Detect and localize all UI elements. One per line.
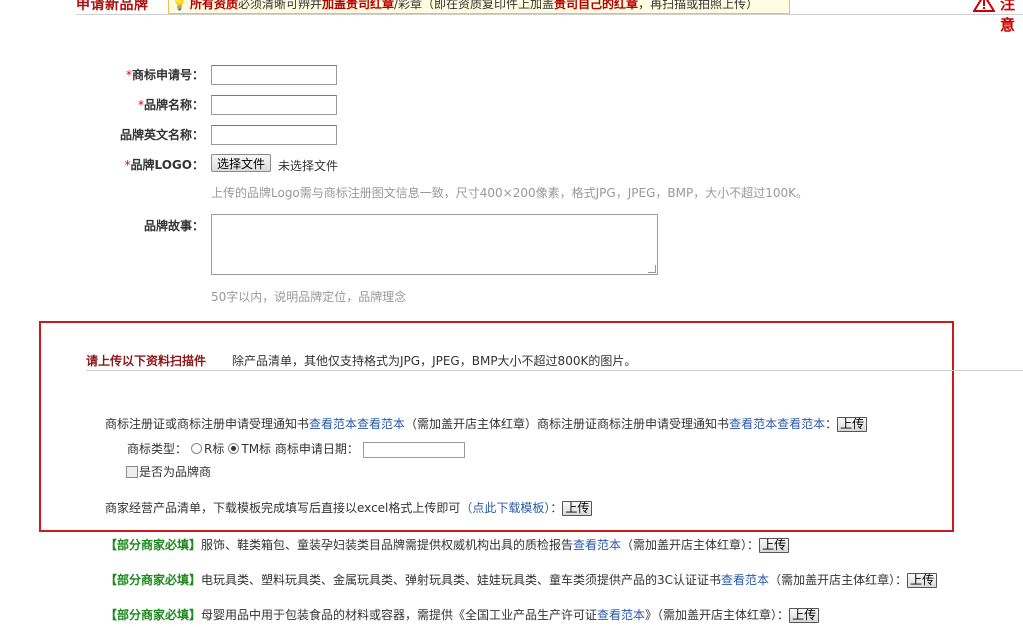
resize-handle[interactable] bbox=[648, 265, 656, 273]
warning-label: 注意 bbox=[1000, 0, 1016, 34]
notice-part2: 必须清晰可辨并 bbox=[237, 0, 322, 11]
extra-row-text: 母婴用品中用于包装食品的材料或容器，需提供《全国工业产品生产许可证 bbox=[201, 608, 598, 622]
trademark-type-label: 商标类型： bbox=[127, 442, 188, 456]
brand-name-label-text: 品牌名称： bbox=[143, 98, 204, 112]
trademark-no-label-text: 商标申请号： bbox=[131, 68, 204, 82]
product-list-row: 商家经营产品清单，下载模板完成填写后直接以excel格式上传即可（点此下载模板）… bbox=[105, 499, 593, 516]
view-sample-link[interactable]: 查看范本 bbox=[597, 608, 645, 622]
view-sample-link[interactable]: 查看范本 bbox=[357, 417, 405, 431]
logo-label-text: 品牌LOGO： bbox=[130, 158, 204, 172]
logo-label: *品牌LOGO： bbox=[84, 156, 204, 173]
notice-part4: /彩章（即在资质复印件上加盖 bbox=[394, 0, 555, 11]
brand-name-label: *品牌名称： bbox=[84, 96, 204, 113]
extra-row-suffix: （需加盖开店主体红章）： bbox=[621, 538, 760, 552]
tm-label: TM标 bbox=[241, 442, 272, 456]
brand-story-textarea[interactable] bbox=[211, 214, 658, 275]
upload-button[interactable]: 上传 bbox=[759, 538, 790, 553]
trademark-no-label: *商标申请号： bbox=[84, 66, 204, 83]
choose-file-button[interactable]: 选择文件 bbox=[211, 154, 272, 172]
brand-name-input[interactable] bbox=[211, 95, 337, 115]
upload-section-desc: 除产品清单，其他仅支持格式为JPG，JPEG，BMP大小不超过800K的图片。 bbox=[232, 354, 637, 368]
upload-section-title: 请上传以下资料扫描件 bbox=[86, 354, 207, 368]
notice-part6: ，再扫描或拍照上传） bbox=[638, 0, 759, 11]
lightbulb-icon: 💡 bbox=[172, 0, 187, 11]
logo-hint: 上传的品牌Logo需与商标注册图文信息一致，尺寸400×200像素，格式JPG，… bbox=[211, 186, 808, 200]
product-list-text: 商家经营产品清单，下载模板完成填写后直接以excel格式上传即可 bbox=[105, 501, 461, 515]
extra-row-3c: 【部分商家必填】电玩具类、塑料玩具类、金属玩具类、弹射玩具类、娃娃玩具类、童车类… bbox=[105, 571, 938, 588]
section-divider bbox=[86, 370, 1023, 371]
trademark-no-input[interactable] bbox=[211, 65, 337, 85]
trademark-type-row: 商标类型： R标 TM标 商标申请日期： bbox=[127, 440, 465, 458]
page-title: 申请新品牌 bbox=[76, 0, 149, 13]
brand-owner-label: 是否为品牌商 bbox=[139, 465, 212, 479]
story-label: 品牌故事： bbox=[143, 219, 204, 233]
required-tag: 【部分商家必填】 bbox=[105, 573, 202, 587]
notice-part1: 所有资质 bbox=[189, 0, 238, 11]
notice-banner: 💡 所有资质必须清晰可辨并加盖贵司红章/彩章（即在资质复印件上加盖贵司自己的红章，… bbox=[168, 0, 790, 14]
extra-row-suffix: （需加盖开店主体红章）： bbox=[769, 573, 908, 587]
brand-owner-row: 是否为品牌商 bbox=[126, 463, 211, 480]
story-hint: 50字以内，说明品牌定位，品牌理念 bbox=[211, 290, 407, 304]
radio-r[interactable] bbox=[191, 443, 203, 454]
trademark-cert-row: 商标注册证或商标注册申请受理通知书查看范本查看范本（需加盖开店主体红章）商标注册… bbox=[105, 415, 868, 432]
r-label: R标 bbox=[204, 442, 225, 456]
brand-owner-checkbox[interactable] bbox=[126, 465, 138, 478]
upload-button[interactable]: 上传 bbox=[907, 573, 938, 588]
view-sample-link[interactable]: 查看范本 bbox=[309, 417, 357, 431]
view-sample-link[interactable]: 查看范本 bbox=[777, 417, 825, 431]
required-tag: 【部分商家必填】 bbox=[105, 538, 202, 552]
upload-button[interactable]: 上传 bbox=[837, 417, 868, 432]
upload-button[interactable]: 上传 bbox=[562, 501, 593, 516]
trademark-cert-text-b: （需加盖开店主体红章）商标注册证商标注册申请受理通知书 bbox=[405, 417, 730, 431]
brand-en-label: 品牌英文名称： bbox=[119, 128, 204, 142]
extra-row-text: 服饰、鞋类箱包、童装孕妇装类目品牌需提供权威机构出具的质检报告 bbox=[201, 538, 574, 552]
extra-row-suffix: 》（需加盖开店主体红章）： bbox=[645, 608, 790, 622]
apply-date-input[interactable] bbox=[362, 441, 465, 458]
notice-part3: 加盖贵司红章 bbox=[321, 0, 394, 11]
trademark-cert-text: 商标注册证或商标注册申请受理通知书 bbox=[105, 417, 310, 431]
file-status: 未选择文件 bbox=[278, 159, 339, 173]
colon: ： bbox=[550, 501, 563, 515]
brand-en-input[interactable] bbox=[211, 125, 337, 145]
view-sample-link[interactable]: 查看范本 bbox=[573, 538, 621, 552]
view-sample-link[interactable]: 查看范本 bbox=[729, 417, 777, 431]
extra-row-text: 电玩具类、塑料玩具类、金属玩具类、弹射玩具类、娃娃玩具类、童车类须提供产品的3C… bbox=[201, 573, 722, 587]
header-divider bbox=[76, 14, 1023, 15]
upload-button[interactable]: 上传 bbox=[789, 608, 820, 623]
extra-row-quality: 【部分商家必填】服饰、鞋类箱包、童装孕妇装类目品牌需提供权威机构出具的质检报告查… bbox=[105, 536, 790, 553]
warning-icon bbox=[973, 0, 995, 12]
apply-date-label: 商标申请日期： bbox=[274, 442, 359, 456]
view-sample-link[interactable]: 查看范本 bbox=[721, 573, 769, 587]
colon: ： bbox=[825, 417, 838, 431]
radio-tm[interactable] bbox=[228, 443, 240, 454]
notice-part5: 贵司自己的红章 bbox=[554, 0, 639, 11]
download-template-link[interactable]: （点此下载模板） bbox=[460, 501, 550, 515]
required-tag: 【部分商家必填】 bbox=[105, 608, 202, 622]
extra-row-license: 【部分商家必填】母婴用品中用于包装食品的材料或容器，需提供《全国工业产品生产许可… bbox=[105, 606, 820, 623]
